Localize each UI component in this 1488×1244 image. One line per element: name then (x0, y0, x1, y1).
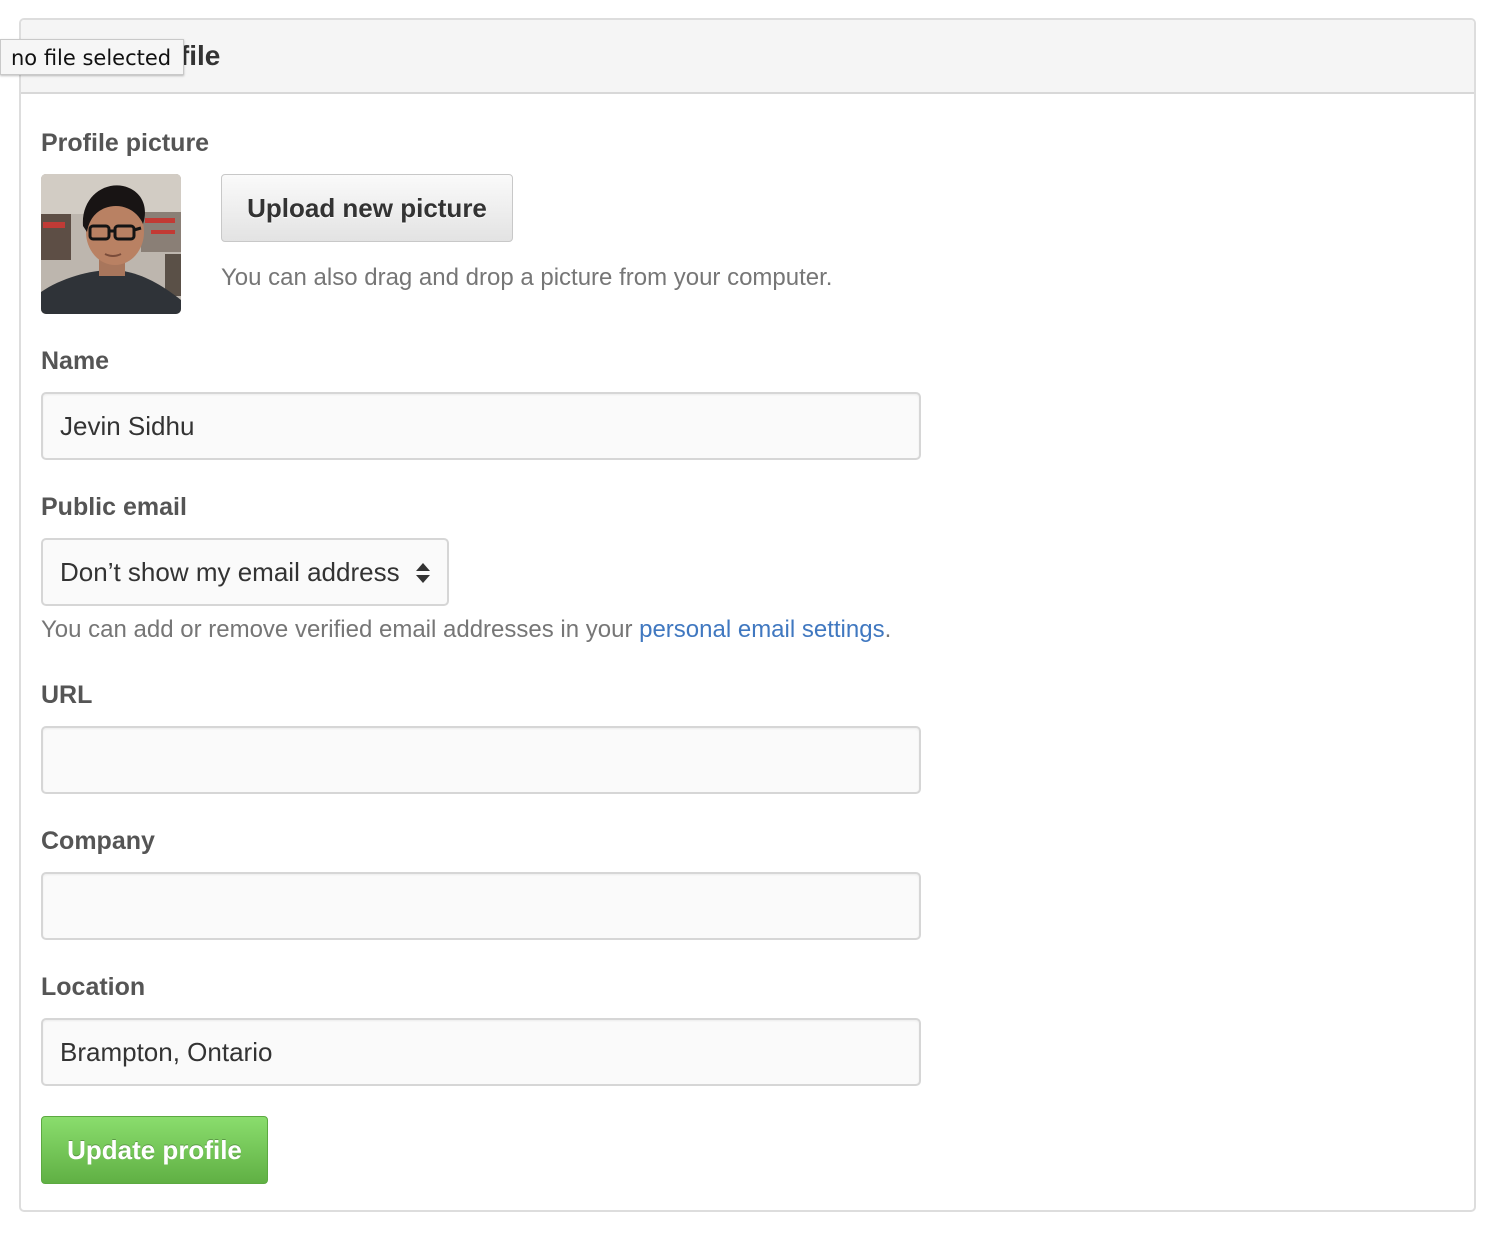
file-input-tooltip: no file selected (0, 39, 185, 75)
upload-picture-button[interactable]: Upload new picture (221, 174, 513, 242)
personal-email-settings-link[interactable]: personal email settings (639, 616, 884, 643)
location-input[interactable] (41, 1018, 921, 1086)
name-input[interactable] (41, 392, 921, 460)
panel-header: Public profile (21, 20, 1474, 94)
company-label: Company (41, 827, 155, 855)
drag-drop-hint: You can also drag and drop a picture fro… (221, 264, 833, 291)
public-email-hint-text: You can add or remove verified email add… (41, 616, 640, 643)
public-email-hint-suffix: . (884, 616, 892, 643)
public-email-selected-value: Don’t show my email address (60, 557, 400, 587)
select-arrows-icon (416, 563, 430, 583)
public-email-hint: You can add or remove verified email add… (41, 615, 891, 645)
company-input[interactable] (41, 872, 921, 940)
url-label: URL (41, 681, 93, 709)
public-email-select[interactable]: Don’t show my email address (41, 538, 449, 606)
name-label: Name (41, 347, 110, 375)
public-email-label: Public email (41, 493, 187, 521)
url-input[interactable] (41, 726, 921, 794)
avatar-photo (41, 174, 181, 314)
update-profile-button[interactable]: Update profile (41, 1116, 268, 1184)
avatar[interactable] (41, 174, 181, 314)
profile-picture-label: Profile picture (41, 129, 210, 157)
location-label: Location (41, 973, 146, 1001)
